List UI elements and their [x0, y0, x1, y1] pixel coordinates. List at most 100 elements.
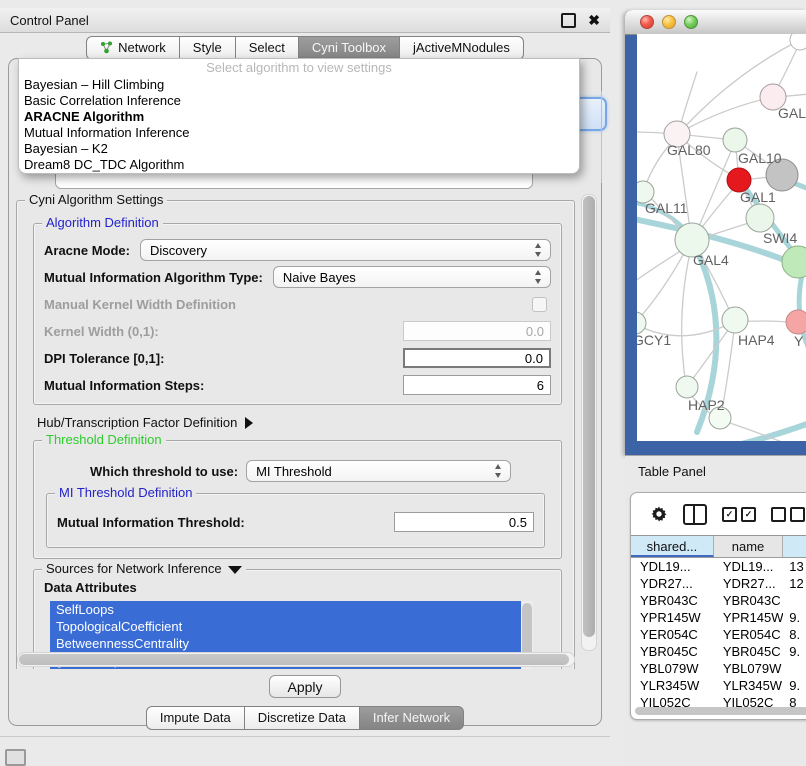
- algorithm-option[interactable]: Dream8 DC_TDC Algorithm: [19, 157, 579, 173]
- zoom-window-icon[interactable]: [684, 15, 698, 29]
- network-node[interactable]: [790, 34, 806, 50]
- split-view-icon[interactable]: [683, 504, 707, 525]
- network-node-gcy1[interactable]: [637, 312, 646, 334]
- table-cell: YBR043C: [714, 592, 783, 609]
- algorithm-option[interactable]: Bayesian – Hill Climbing: [19, 77, 579, 93]
- close-window-icon[interactable]: [640, 15, 654, 29]
- network-node-y[interactable]: [786, 310, 806, 334]
- tab-select[interactable]: Select: [236, 36, 299, 60]
- table-row[interactable]: YDR27...YDR27...12: [631, 575, 806, 592]
- data-attribute-item[interactable]: TopologicalCoefficient: [50, 618, 533, 635]
- table-cell: [783, 592, 806, 609]
- network-edge[interactable]: [682, 244, 692, 385]
- hub-definition-expander[interactable]: Hub/Transcription Factor Definition: [37, 415, 564, 430]
- mi-threshold-group: MI Threshold Definition Mutual Informati…: [46, 493, 545, 548]
- aracne-mode-select[interactable]: Discovery: [140, 239, 551, 261]
- kernel-width-input[interactable]: [403, 321, 551, 341]
- network-node-swi4[interactable]: [746, 204, 774, 232]
- table-row[interactable]: YBL079WYBL079W: [631, 660, 806, 677]
- network-node-hap2[interactable]: [676, 376, 698, 398]
- network-edge[interactable]: [637, 244, 689, 323]
- dpi-tolerance-input[interactable]: [403, 348, 551, 368]
- table-row[interactable]: YBR045CYBR045C9.: [631, 643, 806, 660]
- network-edge[interactable]: [677, 97, 773, 134]
- network-node[interactable]: [782, 246, 806, 278]
- which-threshold-value: MI Threshold: [256, 464, 332, 479]
- algorithm-option[interactable]: Bayesian – K2: [19, 141, 579, 157]
- column-header[interactable]: shared...: [631, 536, 714, 557]
- network-node-hap4[interactable]: [722, 307, 748, 333]
- table-panel: Table Panel ✓✓ shared...name YDL19...YDL…: [625, 455, 806, 763]
- table-cell: YER054C: [714, 626, 783, 643]
- aracne-mode-label: Aracne Mode:: [44, 243, 130, 258]
- tab-cyni-toolbox[interactable]: Cyni Toolbox: [299, 36, 400, 60]
- tab-infer-network[interactable]: Infer Network: [360, 706, 464, 730]
- cyni-settings-group-title: Cyni Algorithm Settings: [25, 192, 167, 207]
- minimize-window-icon[interactable]: [662, 15, 676, 29]
- gear-icon[interactable]: [650, 505, 668, 523]
- threshold-definition-group: Threshold Definition Which threshold to …: [33, 440, 562, 559]
- tab-jactivemnodules[interactable]: jActiveMNodules: [400, 36, 524, 60]
- network-window: GALGAL80GAL10GAL1GAL11SWI4GAL4GCY1HAP4YH…: [625, 10, 806, 455]
- algorithm-option[interactable]: ARACNE Algorithm: [19, 109, 579, 125]
- column-header[interactable]: name: [714, 536, 783, 557]
- sources-title-text: Sources for Network Inference: [46, 561, 222, 576]
- table-row[interactable]: YER054CYER054C8.: [631, 626, 806, 643]
- table-horizontal-scroll-thumb[interactable]: [635, 707, 806, 715]
- mi-steps-input[interactable]: [403, 375, 551, 395]
- expand-right-icon: [245, 417, 253, 429]
- which-threshold-select[interactable]: MI Threshold: [246, 460, 511, 482]
- table-row[interactable]: YDL19...YDL19...13: [631, 558, 806, 575]
- algorithm-option[interactable]: Mutual Information Inference: [19, 125, 579, 141]
- close-panel-icon[interactable]: ✖: [588, 13, 600, 27]
- table-cell: 9.: [783, 643, 806, 660]
- node-label: GAL11: [645, 200, 688, 216]
- table-header-row: shared...name: [631, 535, 806, 558]
- table-card: ✓✓ shared...name YDL19...YDL19...13YDR27…: [630, 492, 806, 720]
- network-canvas[interactable]: GALGAL80GAL10GAL1GAL11SWI4GAL4GCY1HAP4YH…: [637, 34, 806, 441]
- settings-horizontal-thumb[interactable]: [19, 654, 569, 665]
- network-edge[interactable]: [679, 72, 697, 130]
- tab-impute-data[interactable]: Impute Data: [146, 706, 245, 730]
- manual-kernel-width-checkbox[interactable]: [532, 297, 547, 312]
- network-node-gal10[interactable]: [723, 128, 747, 152]
- sources-group-title[interactable]: Sources for Network Inference: [42, 561, 246, 576]
- table-cell: [783, 660, 806, 677]
- apply-button[interactable]: Apply: [269, 675, 341, 698]
- table-cell: YLR345W: [714, 677, 783, 694]
- aracne-mode-value: Discovery: [150, 243, 207, 258]
- table-cell: 8.: [783, 626, 806, 643]
- tab-discretize-data[interactable]: Discretize Data: [245, 706, 360, 730]
- dpi-tolerance-label: DPI Tolerance [0,1]:: [44, 351, 164, 366]
- column-header[interactable]: [783, 536, 806, 557]
- settings-vertical-thumb[interactable]: [583, 196, 595, 637]
- manual-kernel-width-label: Manual Kernel Width Definition: [44, 297, 236, 312]
- table-cell: YBR043C: [631, 592, 714, 609]
- data-attribute-item[interactable]: BetweennessCentrality: [50, 635, 533, 652]
- node-label: GAL80: [667, 142, 711, 158]
- checked-boxes-icon[interactable]: ✓✓: [722, 507, 756, 522]
- settings-vertical-scrollbar[interactable]: [581, 194, 597, 651]
- collapse-down-icon: [228, 566, 242, 574]
- obscured-group-border: [601, 91, 602, 183]
- data-attribute-item[interactable]: SelfLoops: [50, 601, 533, 618]
- settings-horizontal-scrollbar[interactable]: [17, 652, 575, 667]
- mi-threshold-input[interactable]: [394, 512, 534, 532]
- tab-style[interactable]: Style: [180, 36, 236, 60]
- network-graph: GALGAL80GAL10GAL1GAL11SWI4GAL4GCY1HAP4YH…: [637, 34, 806, 441]
- network-window-titlebar[interactable]: [625, 10, 806, 35]
- mi-type-value: Naive Bayes: [283, 270, 356, 285]
- unchecked-boxes-icon[interactable]: [771, 507, 805, 522]
- tab-network[interactable]: Network: [86, 36, 180, 60]
- table-row[interactable]: YBR043CYBR043C: [631, 592, 806, 609]
- node-label: GCY1: [637, 332, 671, 348]
- algorithm-option[interactable]: Basic Correlation Inference: [19, 93, 579, 109]
- table-cell: YDL19...: [631, 558, 714, 575]
- table-row[interactable]: YPR145WYPR145W9.: [631, 609, 806, 626]
- float-panel-icon[interactable]: [561, 13, 576, 28]
- collapsed-panel-icon[interactable]: [5, 749, 26, 766]
- mi-type-row: Mutual Information Algorithm Type: Naive…: [44, 265, 551, 289]
- table-row[interactable]: YLR345WYLR345W9.: [631, 677, 806, 694]
- mi-algorithm-type-select[interactable]: Naive Bayes: [273, 266, 551, 288]
- table-cell: YER054C: [631, 626, 714, 643]
